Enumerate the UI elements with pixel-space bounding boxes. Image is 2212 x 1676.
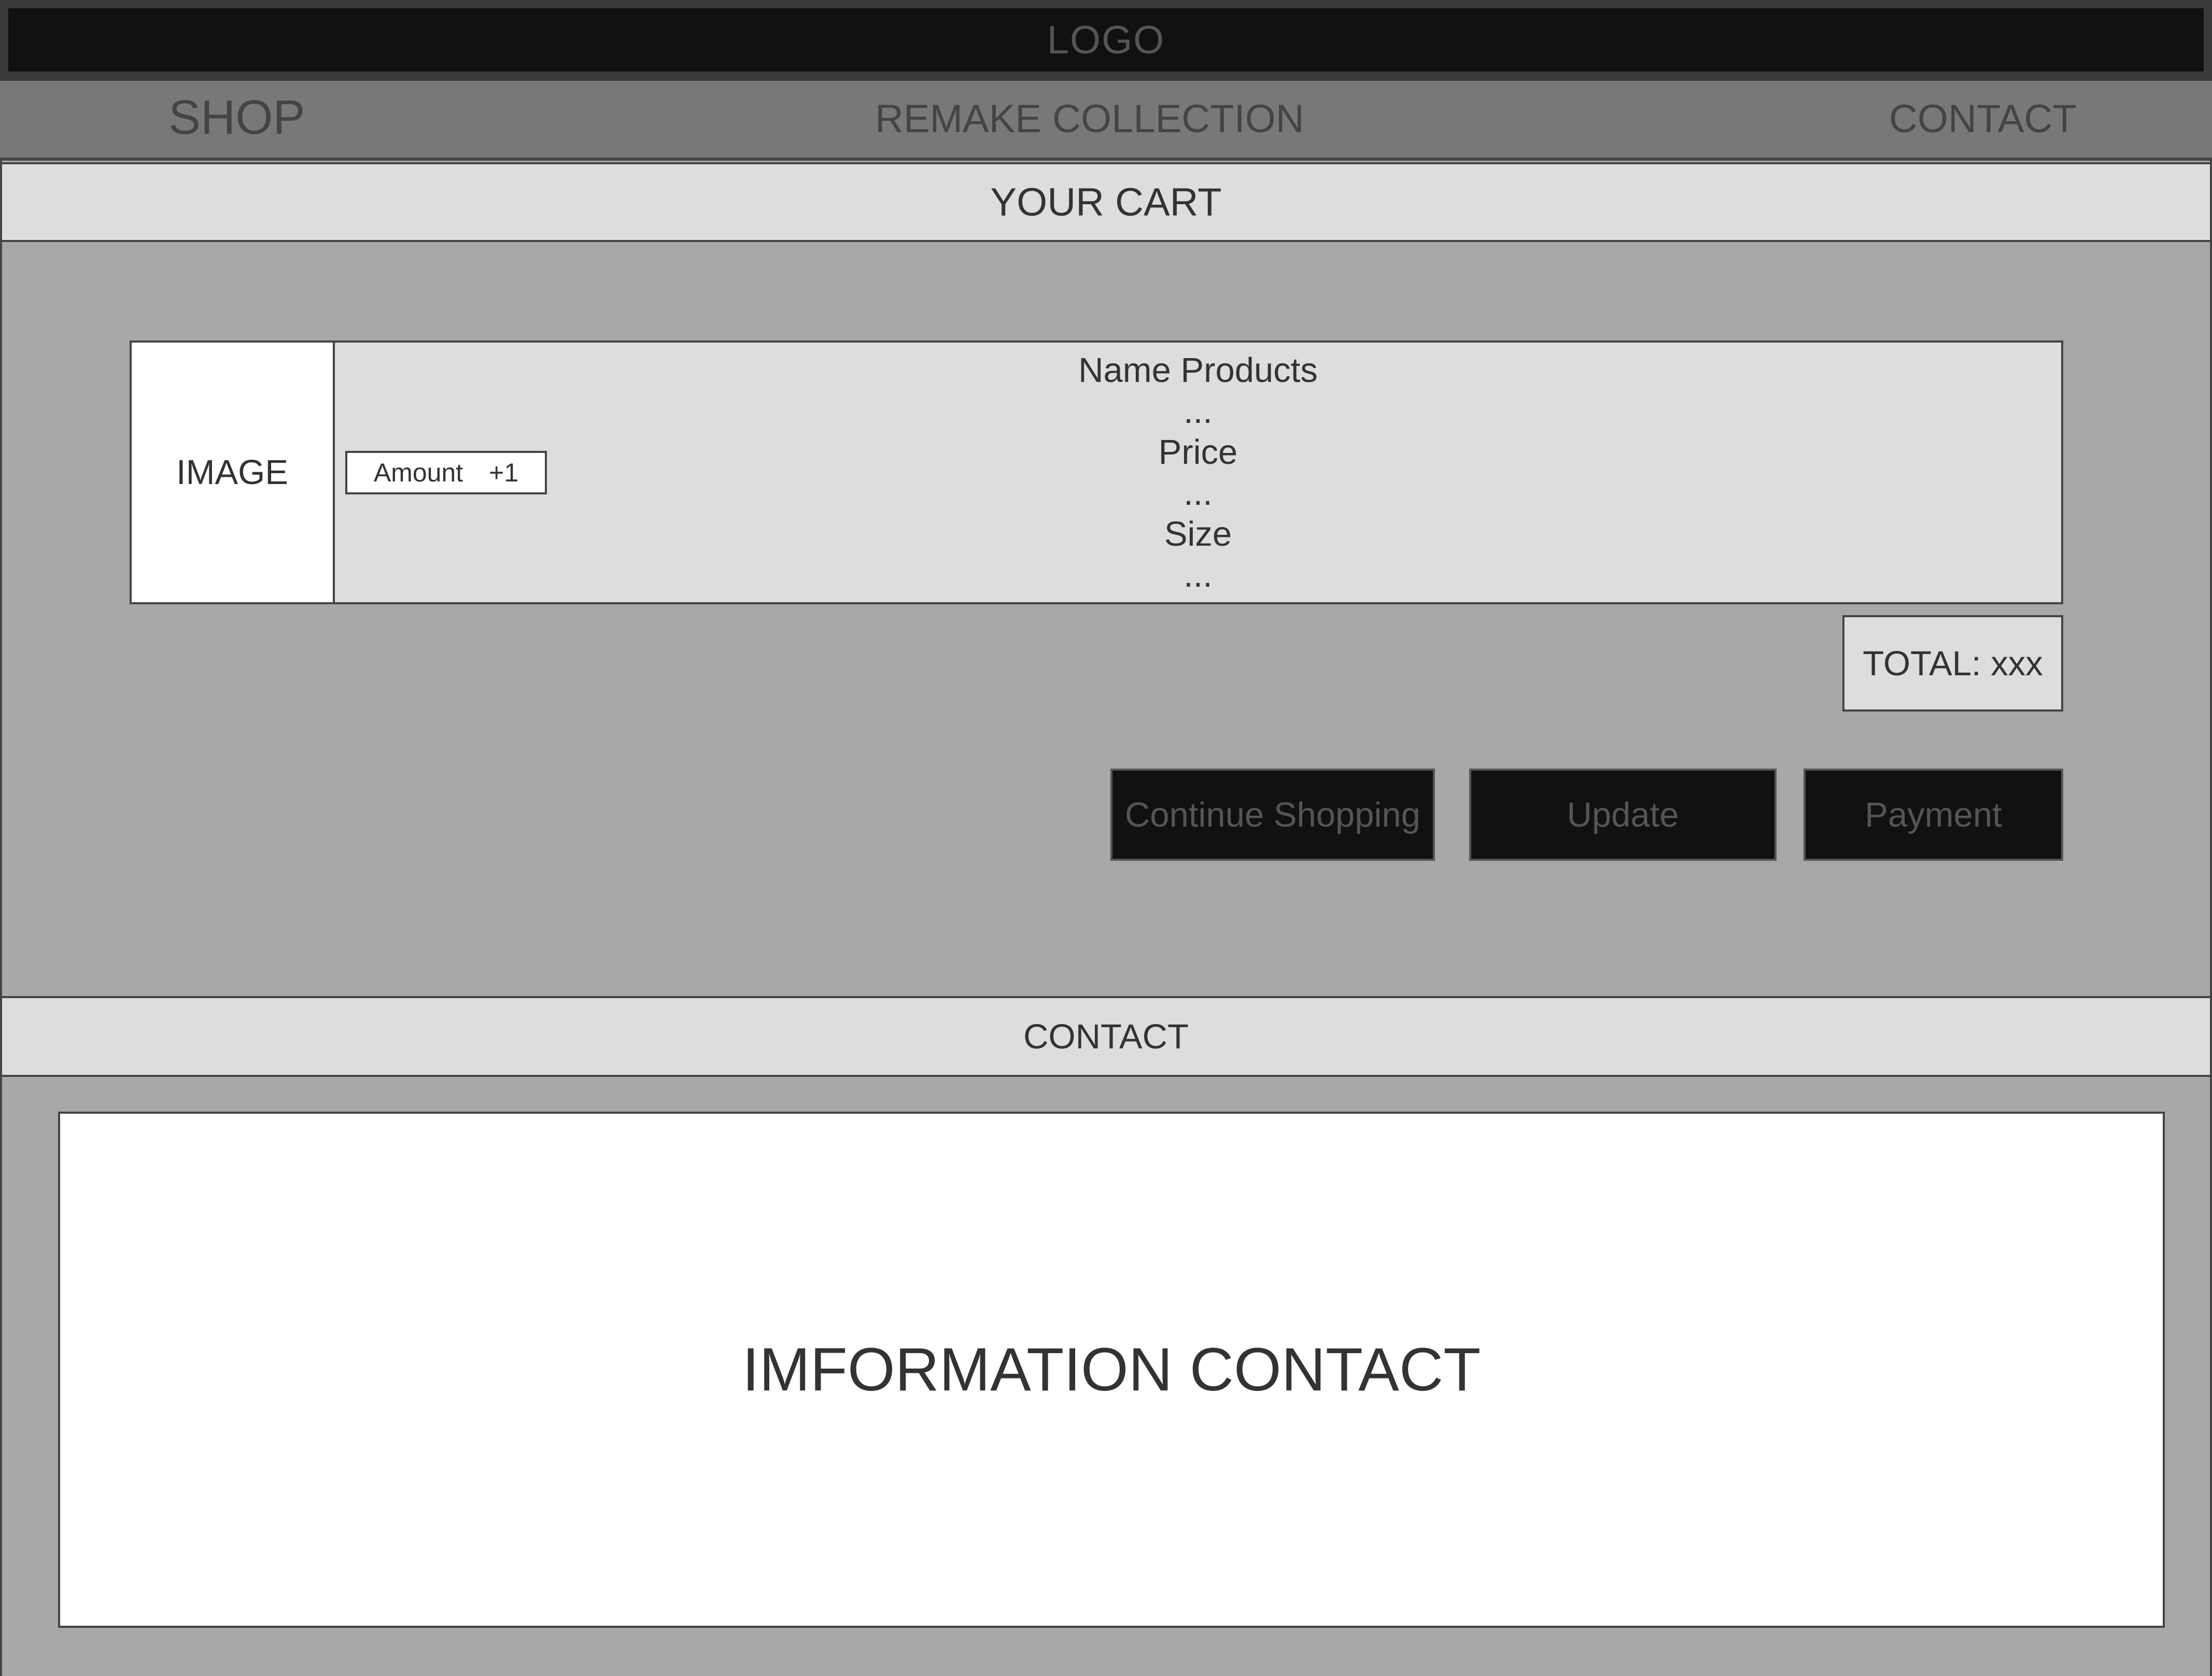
contact-information: IMFORMATION CONTACT — [58, 1112, 2165, 1628]
product-name-value: ... — [1184, 392, 1213, 431]
cart-title: YOUR CART — [0, 162, 2212, 242]
nav-link-shop[interactable]: SHOP — [168, 93, 305, 141]
cart-total: TOTAL: xxx — [1842, 615, 2063, 712]
product-size-value: ... — [1184, 556, 1213, 594]
product-price-value: ... — [1184, 474, 1213, 513]
contact-section-title: CONTACT — [0, 996, 2212, 1077]
continue-shopping-button[interactable]: Continue Shopping — [1110, 769, 1435, 861]
payment-button[interactable]: Payment — [1804, 769, 2063, 861]
product-image-placeholder: IMAGE — [130, 340, 335, 604]
product-name-label: Name Products — [1078, 351, 1318, 390]
product-price-label: Price — [1158, 433, 1238, 472]
logo[interactable]: LOGO — [8, 8, 2204, 72]
update-button[interactable]: Update — [1469, 769, 1777, 861]
nav-link-remake-collection[interactable]: REMAKE COLLECTION — [875, 100, 1304, 139]
product-size-label: Size — [1164, 515, 1232, 553]
nav-link-contact[interactable]: CONTACT — [1889, 100, 2077, 139]
product-details: Name Products ... Price ... Size ... — [335, 343, 2061, 602]
